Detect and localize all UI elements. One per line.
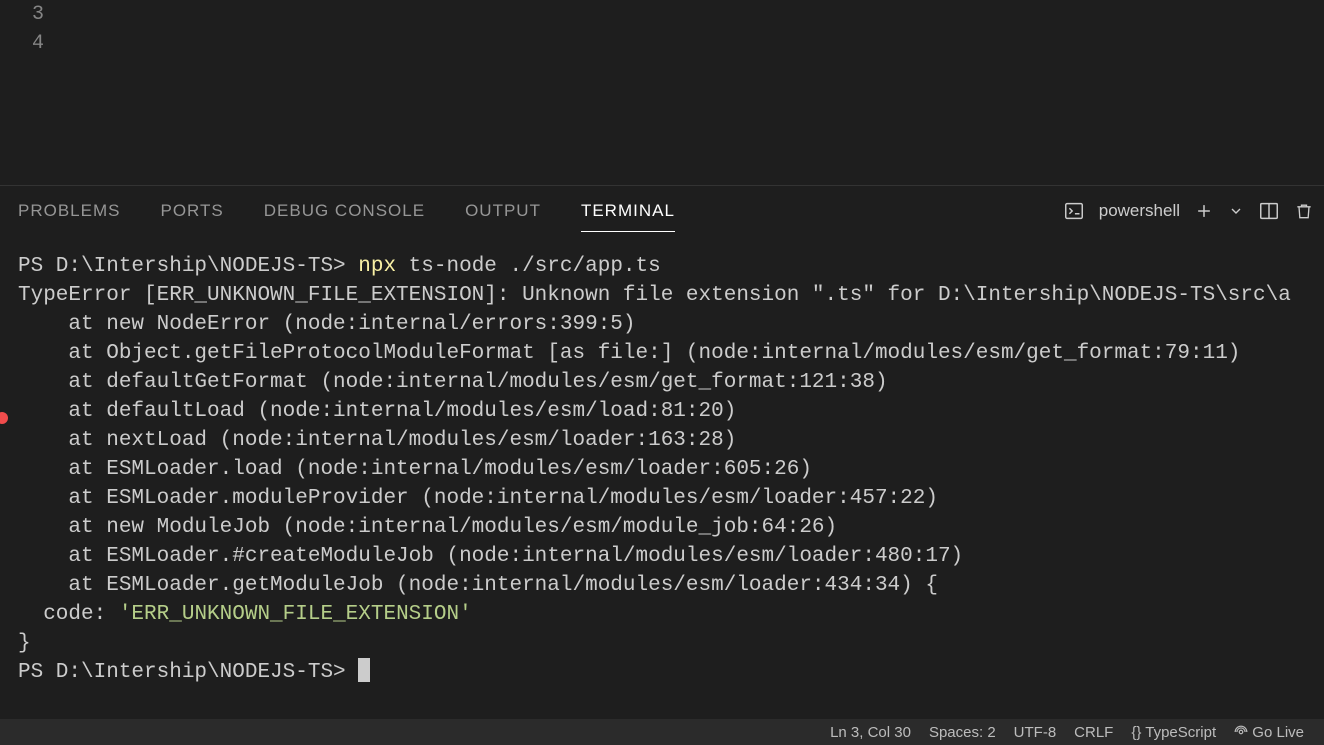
status-bar: Ln 3, Col 30 Spaces: 2 UTF-8 CRLF {} Typ… [0, 719, 1324, 745]
trace-line: at ESMLoader.#createModuleJob (node:inte… [18, 545, 963, 568]
tab-output[interactable]: OUTPUT [465, 191, 541, 231]
panel-tabbar: PROBLEMS PORTS DEBUG CONSOLE OUTPUT TERM… [0, 186, 1324, 236]
status-language[interactable]: {} TypeScript [1131, 724, 1216, 741]
trash-icon[interactable] [1294, 201, 1314, 221]
prompt-line-2: PS D:\Intership\NODEJS-TS> [18, 661, 358, 684]
status-lncol[interactable]: Ln 3, Col 30 [830, 724, 911, 741]
command-args: ts-node ./src/app.ts [396, 255, 661, 278]
status-spaces[interactable]: Spaces: 2 [929, 724, 996, 741]
prompt-line-1: PS D:\Intership\NODEJS-TS> [18, 255, 358, 278]
terminal-launch-icon[interactable] [1063, 200, 1085, 222]
tab-ports[interactable]: PORTS [160, 191, 223, 231]
split-terminal-icon[interactable] [1258, 200, 1280, 222]
terminal-cursor [358, 658, 370, 682]
editor-area[interactable]: 3 4 [0, 0, 1324, 185]
panel-actions: powershell [1063, 200, 1314, 222]
close-brace: } [18, 632, 31, 655]
trace-line: at Object.getFileProtocolModuleFormat [a… [18, 342, 1240, 365]
bottom-panel: PROBLEMS PORTS DEBUG CONSOLE OUTPUT TERM… [0, 185, 1324, 725]
tab-terminal[interactable]: TERMINAL [581, 191, 675, 232]
trace-line: at ESMLoader.getModuleJob (node:internal… [18, 574, 938, 597]
chevron-down-icon[interactable] [1228, 203, 1244, 219]
status-golive[interactable]: Go Live [1234, 724, 1304, 741]
code-label: code: [18, 603, 119, 626]
trace-line: at ESMLoader.load (node:internal/modules… [18, 458, 812, 481]
status-eol[interactable]: CRLF [1074, 724, 1113, 741]
new-terminal-icon[interactable] [1194, 201, 1214, 221]
trace-line: at new NodeError (node:internal/errors:3… [18, 313, 636, 336]
tab-debug-console[interactable]: DEBUG CONSOLE [264, 191, 425, 231]
code-value: 'ERR_UNKNOWN_FILE_EXTENSION' [119, 603, 472, 626]
trace-line: at ESMLoader.moduleProvider (node:intern… [18, 487, 938, 510]
trace-line: at nextLoad (node:internal/modules/esm/l… [18, 429, 736, 452]
tab-problems[interactable]: PROBLEMS [18, 191, 120, 231]
terminal-output[interactable]: PS D:\Intership\NODEJS-TS> npx ts-node .… [0, 236, 1324, 687]
error-header: TypeError [ERR_UNKNOWN_FILE_EXTENSION]: … [18, 284, 1291, 307]
status-encoding[interactable]: UTF-8 [1014, 724, 1057, 741]
trace-line: at new ModuleJob (node:internal/modules/… [18, 516, 837, 539]
trace-line: at defaultLoad (node:internal/modules/es… [18, 400, 736, 423]
line-number-4: 4 [0, 29, 60, 58]
shell-name[interactable]: powershell [1099, 201, 1180, 221]
trace-line: at defaultGetFormat (node:internal/modul… [18, 371, 888, 394]
command-npx: npx [358, 255, 396, 278]
line-number-3: 3 [0, 0, 60, 29]
